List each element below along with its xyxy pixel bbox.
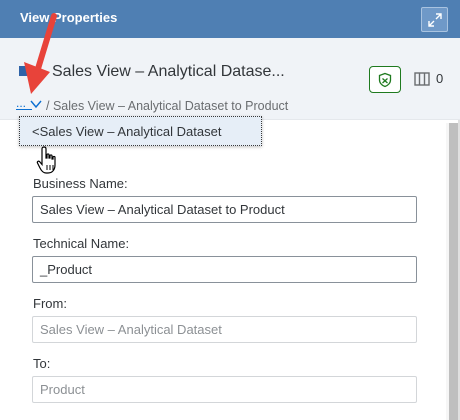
shield-check-icon [378, 72, 392, 87]
status-button[interactable] [369, 66, 401, 93]
breadcrumb-dropdown: <Sales View – Analytical Dataset [19, 116, 262, 146]
chevron-down-icon[interactable] [30, 99, 42, 109]
business-name-input[interactable]: Sales View – Analytical Dataset to Produ… [32, 196, 417, 223]
technical-name-input[interactable]: _Product [32, 256, 417, 283]
expand-button[interactable] [421, 7, 448, 32]
hand-cursor-icon [36, 146, 56, 174]
columns-count: 0 [436, 71, 444, 86]
to-label: To: [33, 356, 51, 371]
view-title: Sales View – Analytical Datase... [52, 63, 285, 80]
panel-header: View Properties [0, 0, 460, 38]
columns-icon [414, 72, 430, 86]
from-label: From: [33, 296, 67, 311]
breadcrumb-current: / Sales View – Analytical Dataset to Pro… [46, 99, 289, 113]
business-name-label: Business Name: [33, 176, 128, 191]
technical-name-label: Technical Name: [33, 236, 130, 251]
expand-icon [427, 12, 442, 27]
annotation-arrow-icon [24, 13, 57, 94]
breadcrumb-dropdown-item[interactable]: <Sales View – Analytical Dataset [32, 124, 221, 139]
to-input: Product [32, 376, 417, 403]
from-input: Sales View – Analytical Dataset [32, 316, 417, 343]
